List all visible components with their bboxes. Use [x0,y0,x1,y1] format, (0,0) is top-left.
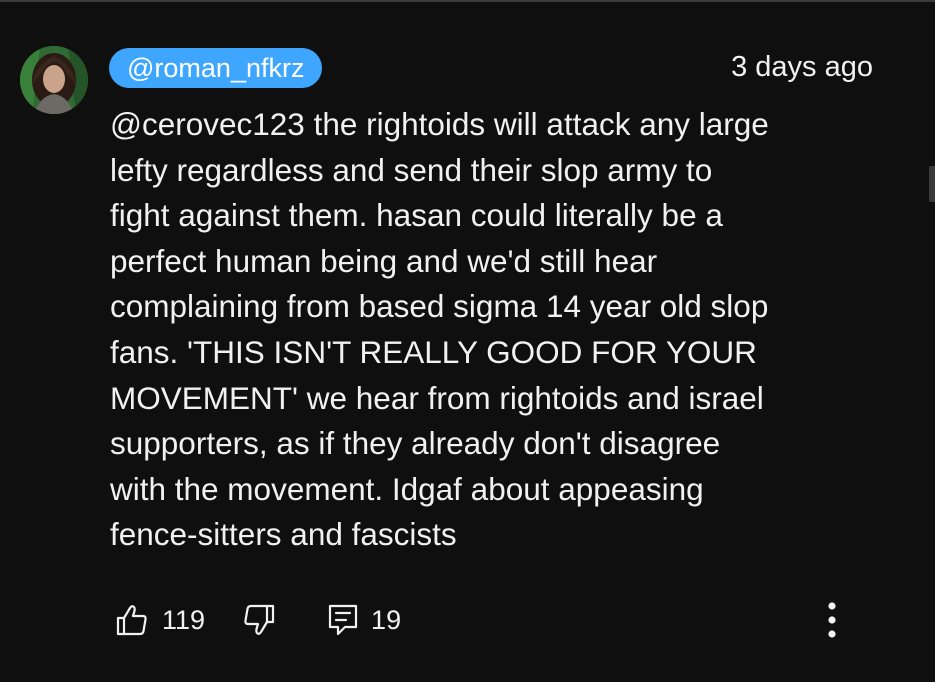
comment-timestamp[interactable]: 3 days ago [731,50,873,84]
comment-line: lefty regardless and send their slop arm… [110,151,713,188]
more-vertical-icon [828,602,836,638]
avatar-image [20,46,88,114]
avatar[interactable] [20,46,88,114]
thumbs-up-icon[interactable] [114,602,150,638]
comment-line: fans. 'THIS ISN'T REALLY GOOD FOR YOUR [110,333,757,370]
comment-line: fight against them. hasan could literall… [110,197,723,234]
comment-text: @cerovec123 the rightoids will attack an… [110,102,910,558]
comment-line: complaining from based sigma 14 year old… [110,288,769,325]
comment-icon[interactable] [325,602,361,638]
like-count: 119 [162,605,206,635]
comment-line: supporters, as if they already don't dis… [110,425,721,462]
comment-line: with the movement. Idgaf about appeasing [110,470,704,507]
reply-count[interactable]: 19 [371,602,401,638]
more-options-button[interactable] [818,600,846,644]
top-divider [0,0,935,2]
comment-line: @cerovec123 the rightoids will attack an… [110,106,769,142]
thumbs-down-icon[interactable] [241,602,277,638]
comment-line: perfect human being and we'd still hear [110,242,658,279]
comment-line: MOVEMENT' we hear from rightoids and isr… [110,379,764,416]
author-handle-chip[interactable]: @roman_nfkrz [109,48,323,88]
comment-line: fence-sitters and fascists [110,516,457,553]
comment-action-bar: 119 19 [114,600,401,640]
scrollbar-thumb[interactable] [929,166,935,202]
